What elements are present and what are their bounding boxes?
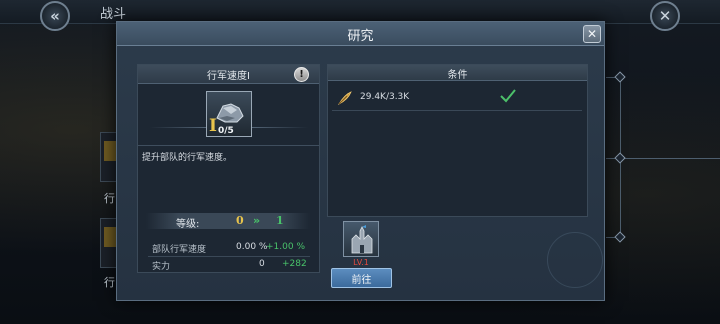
close-icon: ✕ <box>658 7 672 25</box>
level-current: 0 <box>236 214 244 227</box>
back-button[interactable]: « <box>40 1 70 31</box>
stat-divider <box>148 256 310 257</box>
stat-current: 0.00 % <box>236 242 268 252</box>
building-level: LV.1 <box>353 258 369 267</box>
conditions-header: 条件 <box>328 65 587 81</box>
tech-detail-panel: 行军速度I ! I 0/5 提升部队的行军速度。 等级: 0 » 1 部队行军速… <box>137 64 320 273</box>
close-screen-button[interactable]: ✕ <box>650 1 680 31</box>
goto-button[interactable]: 前往 <box>331 268 392 288</box>
tech-tier-numeral: I <box>209 116 217 136</box>
double-chevron-left-icon: « <box>50 7 60 25</box>
tech-description: 提升部队的行军速度。 <box>142 153 233 163</box>
research-dialog: 研究 ✕ 行军速度I ! I 0/5 提升部队的行军速度。 等级: 0 » 1 … <box>116 21 605 301</box>
level-row-background <box>146 213 310 229</box>
bg-tech-label: 行 <box>104 192 115 205</box>
double-chevron-right-icon: » <box>253 214 261 227</box>
info-button[interactable]: ! <box>294 67 309 82</box>
feather-icon <box>337 91 352 105</box>
dialog-title: 研究 <box>347 29 374 44</box>
level-row: 等级: 0 » 1 <box>146 213 310 230</box>
stat-next: +282 <box>282 259 307 269</box>
top-bar-title: 战斗 <box>100 7 127 22</box>
stat-current: 0 <box>259 259 265 269</box>
tech-name-header: 行军速度I ! <box>138 65 319 84</box>
check-icon <box>500 89 516 103</box>
castle-icon <box>351 225 373 254</box>
divider <box>138 145 319 146</box>
condition-amount: 29.4K/3.3K <box>360 92 410 102</box>
decorative-ornament <box>547 232 603 288</box>
exclamation-icon: ! <box>299 69 304 80</box>
tree-connector <box>620 158 720 159</box>
stat-label: 实力 <box>152 262 171 272</box>
boot-icon <box>216 103 244 123</box>
conditions-panel: 条件 29.4K/3.3K <box>327 64 588 217</box>
conditions-title: 条件 <box>447 70 468 81</box>
bg-tech-label: 行 <box>104 276 115 289</box>
stat-row: 部队行军速度 0.00 % +1.00 % <box>138 242 319 256</box>
building-icon[interactable] <box>343 221 379 257</box>
level-next: 1 <box>276 214 284 227</box>
stat-label: 部队行军速度 <box>152 245 207 255</box>
tech-progress: 0/5 <box>218 126 234 136</box>
stat-next: +1.00 % <box>266 242 305 252</box>
dialog-close-button[interactable]: ✕ <box>583 25 601 43</box>
level-label: 等级: <box>176 219 200 230</box>
close-icon: ✕ <box>586 27 598 41</box>
stat-row: 实力 0 +282 <box>138 259 319 273</box>
tech-name: 行军速度I <box>207 71 250 82</box>
dialog-header: 研究 ✕ <box>117 22 604 46</box>
condition-row: 29.4K/3.3K <box>332 85 582 111</box>
